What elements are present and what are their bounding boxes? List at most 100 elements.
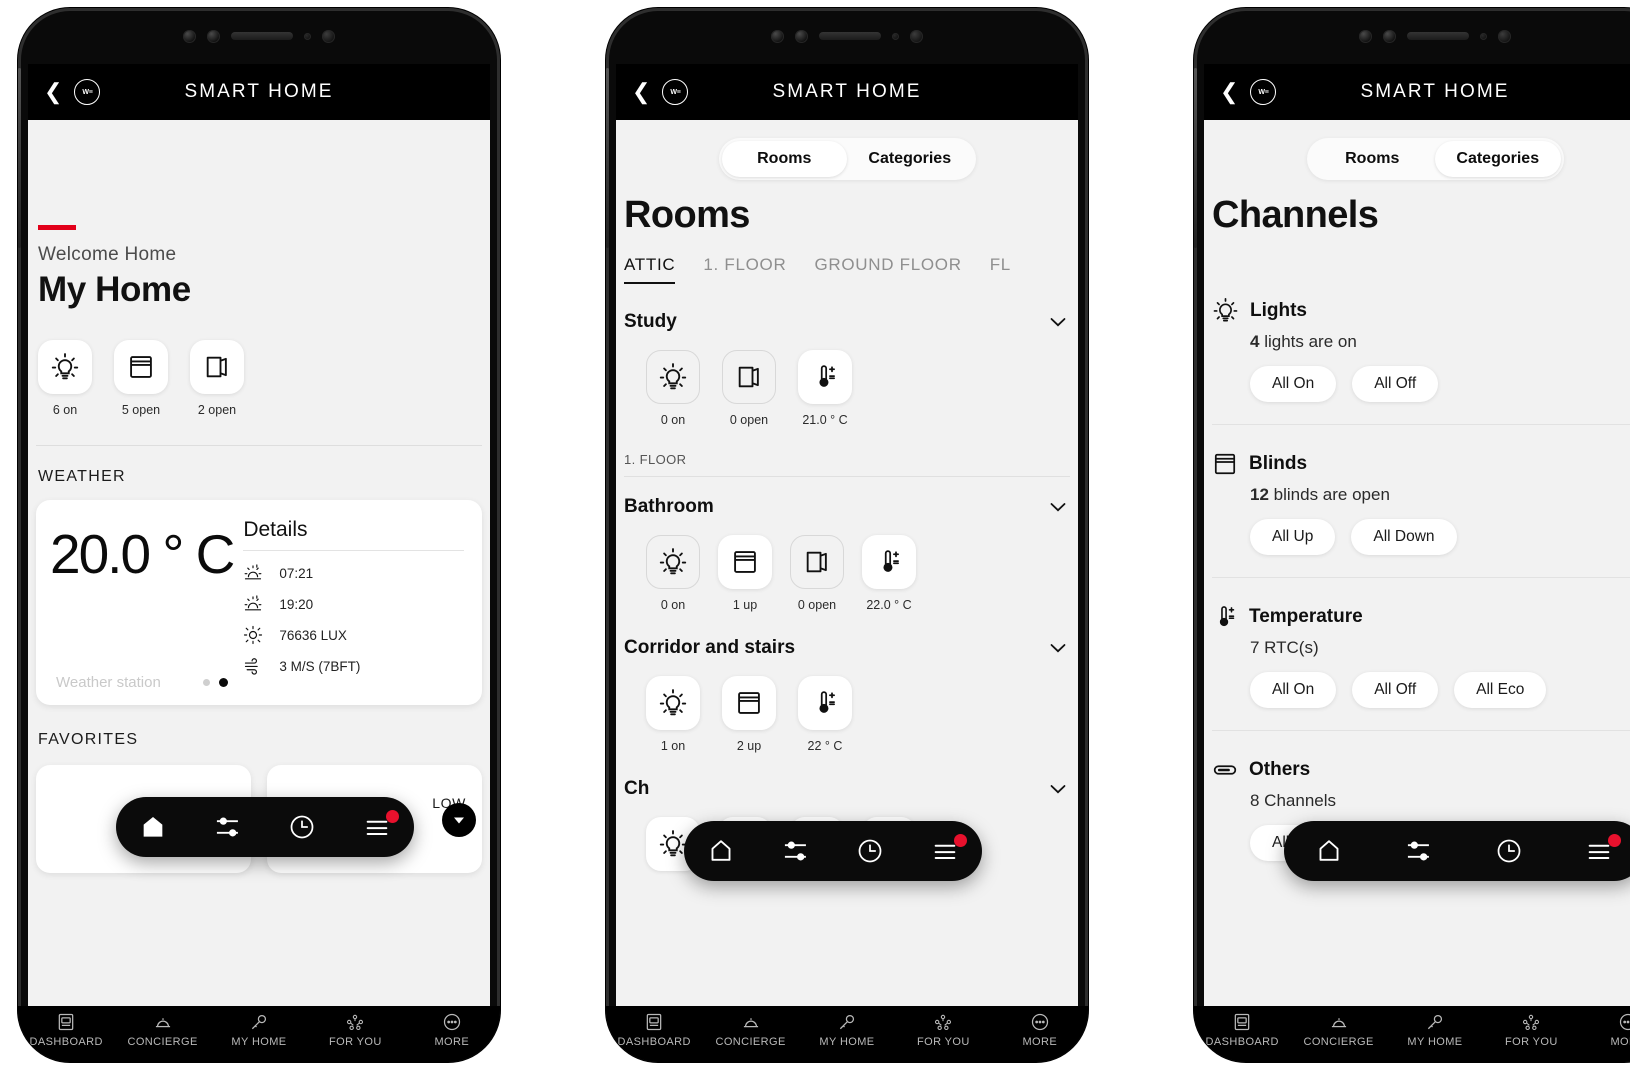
bottom-nav-for-you[interactable]: FOR YOU bbox=[307, 1012, 403, 1048]
door-icon bbox=[722, 350, 776, 404]
floor-tab-ground-floor[interactable]: GROUND FLOOR bbox=[814, 255, 961, 284]
bottom-nav-my-home[interactable]: MY HOME bbox=[799, 1012, 895, 1048]
back-chevron-icon[interactable]: ❮ bbox=[1220, 81, 1238, 103]
bottom-nav-my-home[interactable]: MY HOME bbox=[1387, 1012, 1483, 1048]
device-caption: 0 open bbox=[797, 598, 837, 612]
phone-2: ❮ W≡ SMART HOME Rooms Categories Rooms A… bbox=[606, 8, 1088, 1062]
bottom-nav-concierge[interactable]: CONCIERGE bbox=[702, 1012, 798, 1048]
pill-nav-notifications[interactable] bbox=[1572, 824, 1626, 878]
pill-nav-schedule[interactable] bbox=[1482, 824, 1536, 878]
tab-rooms[interactable]: Rooms bbox=[721, 141, 847, 177]
channels-page-title: Channels bbox=[1212, 194, 1379, 236]
bottom-nav-label: MY HOME bbox=[819, 1036, 875, 1048]
room-header[interactable]: Corridor and stairs bbox=[624, 636, 1070, 660]
floor-tab-partial[interactable]: FL bbox=[990, 255, 1011, 284]
camera-icon bbox=[1383, 29, 1396, 43]
room-header[interactable]: Bathroom bbox=[624, 495, 1070, 519]
tab-categories[interactable]: Categories bbox=[1435, 141, 1561, 177]
bottom-nav-more[interactable]: MORE bbox=[1580, 1012, 1630, 1048]
tab-categories[interactable]: Categories bbox=[847, 141, 973, 177]
carousel-dots[interactable] bbox=[202, 678, 228, 687]
back-chevron-icon[interactable]: ❮ bbox=[632, 81, 650, 103]
all-eco-button[interactable]: All Eco bbox=[1454, 672, 1547, 708]
bottom-nav-more[interactable]: MORE bbox=[992, 1012, 1088, 1048]
dashboard-scroll-area[interactable]: Welcome Home My Home 6 on 5 open 2 open … bbox=[28, 120, 490, 1006]
channel-header: Blinds bbox=[1212, 451, 1630, 477]
room-name: Study bbox=[624, 311, 677, 332]
scroll-down-button[interactable] bbox=[442, 803, 476, 837]
floor-tab-attic[interactable]: ATTIC bbox=[624, 255, 676, 284]
pill-nav-notifications[interactable] bbox=[918, 824, 972, 878]
bottom-nav-concierge[interactable]: CONCIERGE bbox=[114, 1012, 210, 1048]
carousel-dot[interactable] bbox=[202, 679, 210, 686]
weather-card[interactable]: 20.0 ° C Details 07:21 19:20 76636 LUX 3… bbox=[36, 500, 482, 705]
pill-nav-schedule[interactable] bbox=[275, 800, 329, 854]
device-caption: 2 up bbox=[736, 739, 762, 753]
key-icon bbox=[839, 1014, 855, 1030]
blinds-icon bbox=[114, 340, 168, 394]
bottom-nav-dashboard[interactable]: DASHBOARD bbox=[606, 1012, 702, 1048]
chevron-down-icon[interactable] bbox=[1046, 495, 1070, 519]
tab-rooms[interactable]: Rooms bbox=[1310, 141, 1436, 177]
pill-nav-controls[interactable] bbox=[1392, 824, 1446, 878]
device-temperature[interactable]: 21.0 ° C bbox=[798, 350, 852, 427]
room-header[interactable]: Ch bbox=[624, 777, 1070, 801]
channel-header: Temperature bbox=[1212, 604, 1630, 630]
rooms-categories-toggle: Rooms Categories bbox=[1306, 138, 1564, 180]
proximity-sensor-icon bbox=[892, 32, 899, 40]
all-up-button[interactable]: All Up bbox=[1250, 519, 1336, 555]
device-lights[interactable]: 0 on bbox=[646, 350, 700, 427]
bottom-nav-dashboard[interactable]: DASHBOARD bbox=[18, 1012, 114, 1048]
brand-logo-icon[interactable]: W≡ bbox=[1250, 79, 1277, 105]
bottom-nav-my-home[interactable]: MY HOME bbox=[211, 1012, 307, 1048]
room-device-row: 0 on 1 up 0 open 22.0 ° C bbox=[646, 535, 1070, 612]
pill-nav-controls[interactable] bbox=[201, 800, 255, 854]
summary-blinds[interactable]: 5 open bbox=[114, 340, 168, 417]
pill-nav-home[interactable] bbox=[1302, 824, 1356, 878]
bottom-nav-for-you[interactable]: FOR YOU bbox=[895, 1012, 991, 1048]
brand-logo-icon[interactable]: W≡ bbox=[74, 79, 101, 105]
device-blinds[interactable]: 1 up bbox=[718, 535, 772, 612]
brand-logo-icon[interactable]: W≡ bbox=[662, 79, 689, 105]
room-header[interactable]: Study bbox=[624, 310, 1070, 334]
chevron-down-icon[interactable] bbox=[1046, 777, 1070, 801]
chevron-down-icon[interactable] bbox=[1046, 310, 1070, 334]
device-lights[interactable]: 0 on bbox=[646, 535, 700, 612]
back-chevron-icon[interactable]: ❮ bbox=[44, 81, 62, 103]
camera-icon bbox=[795, 29, 808, 43]
bottom-nav-dashboard[interactable]: DASHBOARD bbox=[1194, 1012, 1290, 1048]
device-blinds[interactable]: 2 up bbox=[722, 676, 776, 753]
pill-nav-schedule[interactable] bbox=[843, 824, 897, 878]
all-off-button[interactable]: All Off bbox=[1352, 366, 1439, 402]
carousel-dot-active[interactable] bbox=[218, 678, 228, 687]
device-doors[interactable]: 0 open bbox=[790, 535, 844, 612]
pill-nav-home[interactable] bbox=[694, 824, 748, 878]
bottom-nav-concierge[interactable]: CONCIERGE bbox=[1290, 1012, 1386, 1048]
device-temperature[interactable]: 22 ° C bbox=[798, 676, 852, 753]
summary-lights[interactable]: 6 on bbox=[38, 340, 92, 417]
pill-nav-controls[interactable] bbox=[769, 824, 823, 878]
device-doors[interactable]: 0 open bbox=[722, 350, 776, 427]
all-down-button[interactable]: All Down bbox=[1351, 519, 1457, 555]
floor-tab-first-floor[interactable]: 1. FLOOR bbox=[703, 255, 786, 284]
earpiece-speaker bbox=[231, 32, 293, 40]
bottom-nav-label: MORE bbox=[1022, 1036, 1058, 1048]
bottom-nav-label: MORE bbox=[434, 1036, 470, 1048]
all-on-button[interactable]: All On bbox=[1250, 366, 1337, 402]
chevron-down-icon[interactable] bbox=[1046, 636, 1070, 660]
pill-nav-notifications[interactable] bbox=[350, 800, 404, 854]
bottom-nav-for-you[interactable]: FOR YOU bbox=[1483, 1012, 1579, 1048]
door-icon bbox=[790, 535, 844, 589]
more-dots-icon bbox=[443, 1013, 460, 1031]
all-on-button[interactable]: All On bbox=[1250, 672, 1337, 708]
device-temperature[interactable]: 22.0 ° C bbox=[862, 535, 916, 612]
floating-nav-pill bbox=[116, 797, 414, 857]
bottom-nav-more[interactable]: MORE bbox=[404, 1012, 500, 1048]
pill-nav-home[interactable] bbox=[126, 800, 180, 854]
bottom-nav-label: CONCIERGE bbox=[127, 1036, 198, 1048]
all-off-button[interactable]: All Off bbox=[1352, 672, 1439, 708]
camera-icon bbox=[771, 29, 784, 43]
device-lights[interactable]: 1 on bbox=[646, 676, 700, 753]
summary-doors[interactable]: 2 open bbox=[190, 340, 244, 417]
sliders-icon bbox=[216, 817, 238, 837]
